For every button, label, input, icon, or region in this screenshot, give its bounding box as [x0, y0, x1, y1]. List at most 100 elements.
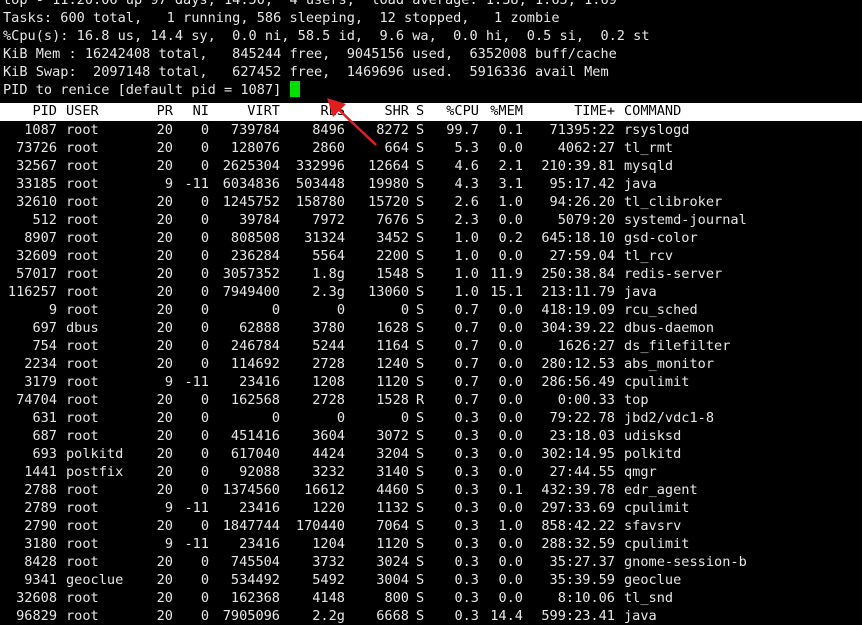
col-ni[interactable]: NI — [178, 103, 209, 120]
block-cursor-icon[interactable] — [290, 81, 301, 97]
col-user[interactable]: USER — [66, 103, 146, 120]
cell-virt: 534492 — [230, 572, 280, 588]
cell-pid: 687 — [32, 428, 57, 444]
cell-res: 170440 — [295, 518, 345, 534]
cell-res: 3604 — [312, 428, 345, 444]
cell-res: 0 — [336, 410, 345, 426]
cell-mem: 0.2 — [498, 230, 523, 246]
cell-res: 7972 — [312, 212, 345, 228]
cell-command: gnome-session-b — [624, 554, 747, 570]
cell-user: root — [66, 500, 99, 516]
cell-shr: 7064 — [376, 518, 409, 534]
cell-virt: 3057352 — [222, 266, 280, 282]
col-virt[interactable]: VIRT — [212, 103, 280, 120]
cell-virt: 23416 — [239, 536, 280, 552]
cell-virt: 0 — [271, 410, 280, 426]
cell-user: root — [66, 554, 99, 570]
col-mem[interactable]: %MEM — [481, 103, 523, 120]
col-pid[interactable]: PID — [0, 103, 57, 120]
cell-virt: 808508 — [230, 230, 280, 246]
col-state[interactable]: S — [416, 103, 428, 120]
cell-pid: 74704 — [16, 392, 57, 408]
cell-res: 503448 — [295, 176, 345, 192]
col-pr[interactable]: PR — [140, 103, 173, 120]
cell-cpu: 0.3 — [454, 464, 479, 480]
cell-shr: 1548 — [376, 266, 409, 282]
cpu-line: %Cpu(s): 16.8 us, 14.4 sy, 0.0 ni, 58.5 … — [3, 28, 650, 44]
cell-mem: 0.0 — [498, 536, 523, 552]
cell-cpu: 0.3 — [454, 572, 479, 588]
cell-cpu: 0.3 — [454, 554, 479, 570]
cell-user: root — [66, 248, 99, 264]
cell-pid: 57017 — [16, 266, 57, 282]
cell-ni: -11 — [184, 176, 209, 192]
cell-command: mysqld — [624, 158, 674, 174]
cell-mem: 0.0 — [498, 554, 523, 570]
cell-command: top — [624, 392, 649, 408]
cell-cpu: 1.0 — [454, 230, 479, 246]
cell-time: 250:38.84 — [541, 266, 615, 282]
cell-cpu: 0.7 — [454, 302, 479, 318]
cell-pr: 20 — [156, 428, 173, 444]
cell-time: 95:17.42 — [549, 176, 615, 192]
cell-pr: 20 — [156, 554, 173, 570]
cell-state: S — [416, 320, 425, 336]
cell-shr: 0 — [400, 302, 409, 318]
col-time[interactable]: TIME+ — [526, 103, 615, 120]
renice-prompt[interactable]: PID to renice [default pid = 1087] — [3, 81, 650, 99]
cell-state: S — [416, 572, 425, 588]
cell-pid: 3180 — [24, 536, 57, 552]
cell-state: S — [416, 284, 425, 300]
col-res[interactable]: RES — [283, 103, 345, 120]
cell-res: 0 — [336, 302, 345, 318]
cell-mem: 15.1 — [490, 284, 523, 300]
terminal-window[interactable]: top - 11:20:06 up 97 days, 14:50, 4 user… — [0, 0, 862, 625]
cell-state: S — [416, 302, 425, 318]
col-command[interactable]: COMMAND — [624, 103, 862, 120]
cell-pr: 20 — [156, 158, 173, 174]
cell-pid: 32610 — [16, 194, 57, 210]
cell-res: 16612 — [304, 482, 345, 498]
cell-time: 302:14.95 — [541, 446, 615, 462]
cell-user: root — [66, 410, 99, 426]
cell-virt: 162368 — [230, 590, 280, 606]
cell-virt: 114692 — [230, 356, 280, 372]
cell-state: S — [416, 518, 425, 534]
cell-command: cpulimit — [624, 536, 690, 552]
cell-pid: 9 — [48, 302, 57, 318]
cell-ni: 0 — [200, 446, 209, 462]
cell-pid: 96829 — [16, 608, 57, 624]
cell-pid: 32608 — [16, 590, 57, 606]
cell-user: root — [66, 608, 99, 624]
cell-pid: 8907 — [24, 230, 57, 246]
cell-mem: 0.0 — [498, 590, 523, 606]
cell-shr: 6668 — [376, 608, 409, 624]
cell-pid: 73726 — [16, 140, 57, 156]
cell-cpu: 0.3 — [454, 536, 479, 552]
cell-state: S — [416, 266, 425, 282]
cell-state: S — [416, 338, 425, 354]
cell-state: R — [416, 392, 425, 408]
cell-shr: 13060 — [368, 284, 409, 300]
cell-time: 297:33.69 — [541, 500, 615, 516]
cell-cpu: 4.3 — [454, 176, 479, 192]
cell-user: root — [66, 194, 99, 210]
col-shr[interactable]: SHR — [347, 103, 409, 120]
col-cpu[interactable]: %CPU — [430, 103, 479, 120]
cell-mem: 0.0 — [498, 320, 523, 336]
cell-time: 23:18.03 — [549, 428, 615, 444]
cell-pid: 1441 — [24, 464, 57, 480]
cell-state: S — [416, 122, 425, 138]
cell-time: 35:39.59 — [549, 572, 615, 588]
cell-ni: 0 — [200, 230, 209, 246]
cell-shr: 3004 — [376, 572, 409, 588]
cell-user: polkitd — [66, 446, 124, 462]
cell-shr: 0 — [400, 410, 409, 426]
cell-user: root — [66, 536, 99, 552]
cell-virt: 128076 — [230, 140, 280, 156]
cell-mem: 2.1 — [498, 158, 523, 174]
cell-ni: -11 — [184, 536, 209, 552]
cell-state: S — [416, 158, 425, 174]
cell-cpu: 1.0 — [454, 266, 479, 282]
cell-pid: 2234 — [24, 356, 57, 372]
